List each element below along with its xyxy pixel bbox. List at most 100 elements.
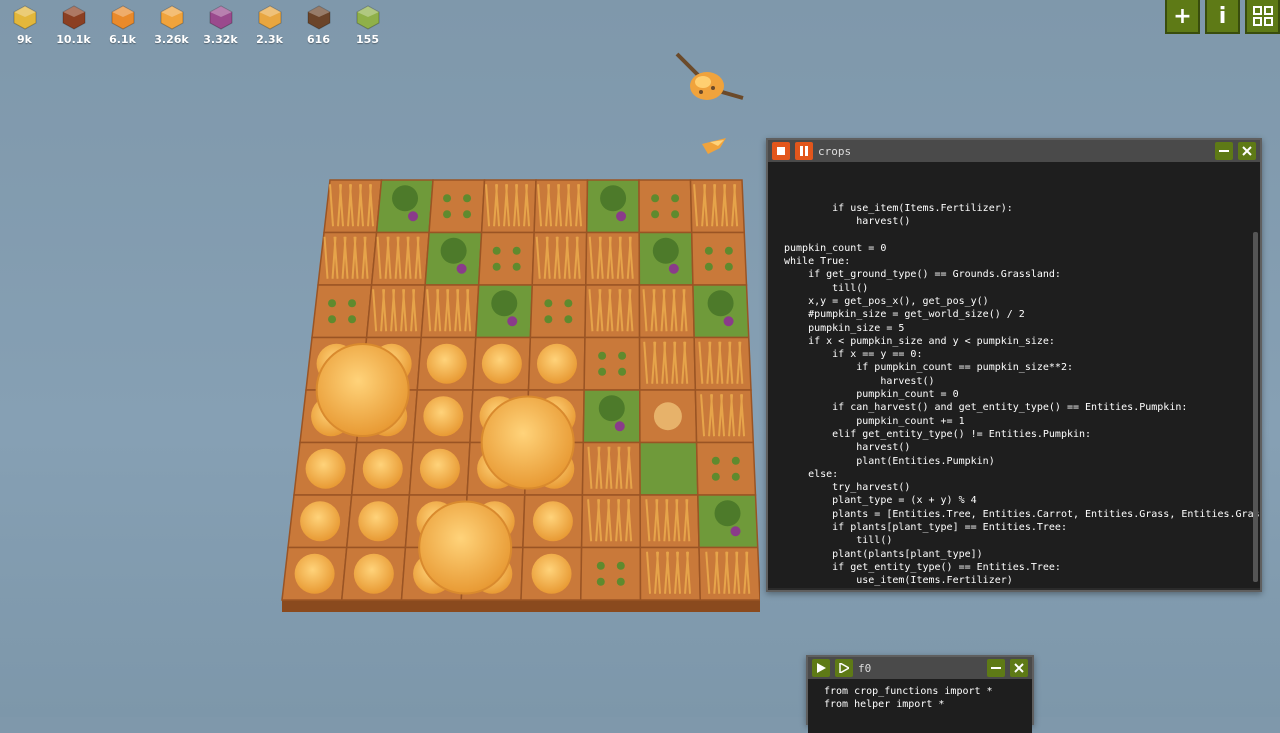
resource-pumpkin: 3.26k [147,4,196,46]
farm-tile [638,179,693,234]
pumpkin [426,343,467,384]
code-line: if use_item(Items.Fertilizer): [784,202,1013,214]
tree [392,185,419,212]
code-line: plant(plants[plant_type]) [784,548,983,560]
resource-count: 6.1k [109,33,136,46]
berry [408,211,419,222]
pumpkin [305,448,346,489]
code-line: if plants[plant_type] == Entities.Tree: [784,522,1067,534]
power-icon [209,5,232,30]
farm-tile [583,336,641,391]
resource-fertilizer: 155 [343,4,392,46]
code-window-crops[interactable]: crops if use_item(Items.Fertilizer): har… [766,138,1262,592]
farm-grid [281,179,760,612]
farm-tile [690,231,748,286]
pumpkin [481,343,522,384]
farm-tile [695,441,757,496]
water-icon [307,5,330,30]
layout-button[interactable] [1245,0,1280,34]
carrot-sprout [512,246,521,255]
minimize-button[interactable] [1215,142,1233,160]
tree [652,237,679,264]
tree [598,395,625,422]
tree [707,290,734,317]
pumpkin [362,448,403,489]
carrot-sprout [731,456,740,465]
code-line: pumpkin_count = 0 [784,389,959,401]
close-button[interactable] [1238,142,1256,160]
code-line: elif get_entity_type() != Entities.Pumpk… [784,428,1092,440]
resource-count: 616 [307,33,330,46]
code-editor[interactable]: if use_item(Items.Fertilizer): harvest()… [768,162,1260,588]
farm-tile [428,179,486,234]
code-editor[interactable]: from crop_functions import * from helper … [808,679,1032,733]
pumpkin [358,501,399,542]
code-line: plant(Entities.Pumpkin) [784,455,995,467]
top-right-buttons: + i [1165,0,1280,34]
code-line: from crop_functions import * [824,686,993,697]
step-button[interactable] [835,659,853,677]
farm-tile [579,546,642,601]
pumpkin [294,553,335,594]
pause-button[interactable] [795,142,813,160]
add-button[interactable]: + [1165,0,1200,34]
layout-icon [1252,6,1273,26]
window-titlebar[interactable]: crops [768,140,1260,162]
close-button[interactable] [1010,659,1028,677]
code-line: while True: [784,256,851,268]
pumpkin-icon [160,5,183,30]
carrot-sprout [704,246,713,255]
berry [507,316,518,327]
carrot-particle [702,138,726,154]
code-line: if x == y == 0: [784,349,923,361]
code-line: use_item(Items.Fertilizer) [784,575,1013,587]
window-titlebar[interactable]: f0 [808,657,1032,679]
giant-pumpkin [315,343,410,437]
code-line: pumpkin_size = 5 [784,322,905,334]
code-line: till() [784,535,893,547]
code-line: till() [784,282,869,294]
pumpkin [423,396,464,437]
run-button[interactable] [812,659,830,677]
resource-gold: 2.3k [245,4,294,46]
carrot-sprout [711,472,720,481]
carrot-sprout [724,246,733,255]
code-line: pumpkin_count += 1 [784,415,965,427]
carrot-sprout [596,561,605,570]
scrollbar[interactable] [1253,232,1258,582]
code-window-f0[interactable]: f0 from crop_functions import * from help… [806,655,1034,733]
carrot-sprout [711,456,720,465]
carrot-sprout [443,210,452,219]
carrot-sprout [616,561,625,570]
resource-count: 155 [356,33,379,46]
stump [653,402,682,431]
carrot-sprout [596,577,605,586]
berry [614,421,625,432]
close-icon [1242,146,1252,156]
carrot-sprout [492,262,501,271]
code-line: #pumpkin_size = get_world_size() / 2 [784,309,1025,321]
code-line: if get_ground_type() == Grounds.Grasslan… [784,269,1061,281]
code-line: else: [784,468,839,480]
farm-tile [477,231,535,286]
code-line: if pumpkin_count == pumpkin_size**2: [784,362,1073,374]
carrot-sprout [492,246,501,255]
carrot-sprout [598,367,607,376]
minimize-button[interactable] [987,659,1005,677]
farm-tile [639,441,699,496]
info-button[interactable]: i [1205,0,1240,34]
resource-count: 10.1k [56,33,91,46]
tree [440,237,467,264]
code-line: harvest() [784,375,935,387]
pumpkin [419,448,460,489]
carrot-sprout [328,315,337,324]
pumpkin [531,553,572,594]
carrot-sprout [463,210,472,219]
carrot-sprout [348,299,357,308]
carrot-sprout [598,351,607,360]
stop-button[interactable] [772,142,790,160]
carrot-sprout [651,194,660,203]
close-icon [1014,663,1024,673]
carrot-sprout [564,315,573,324]
